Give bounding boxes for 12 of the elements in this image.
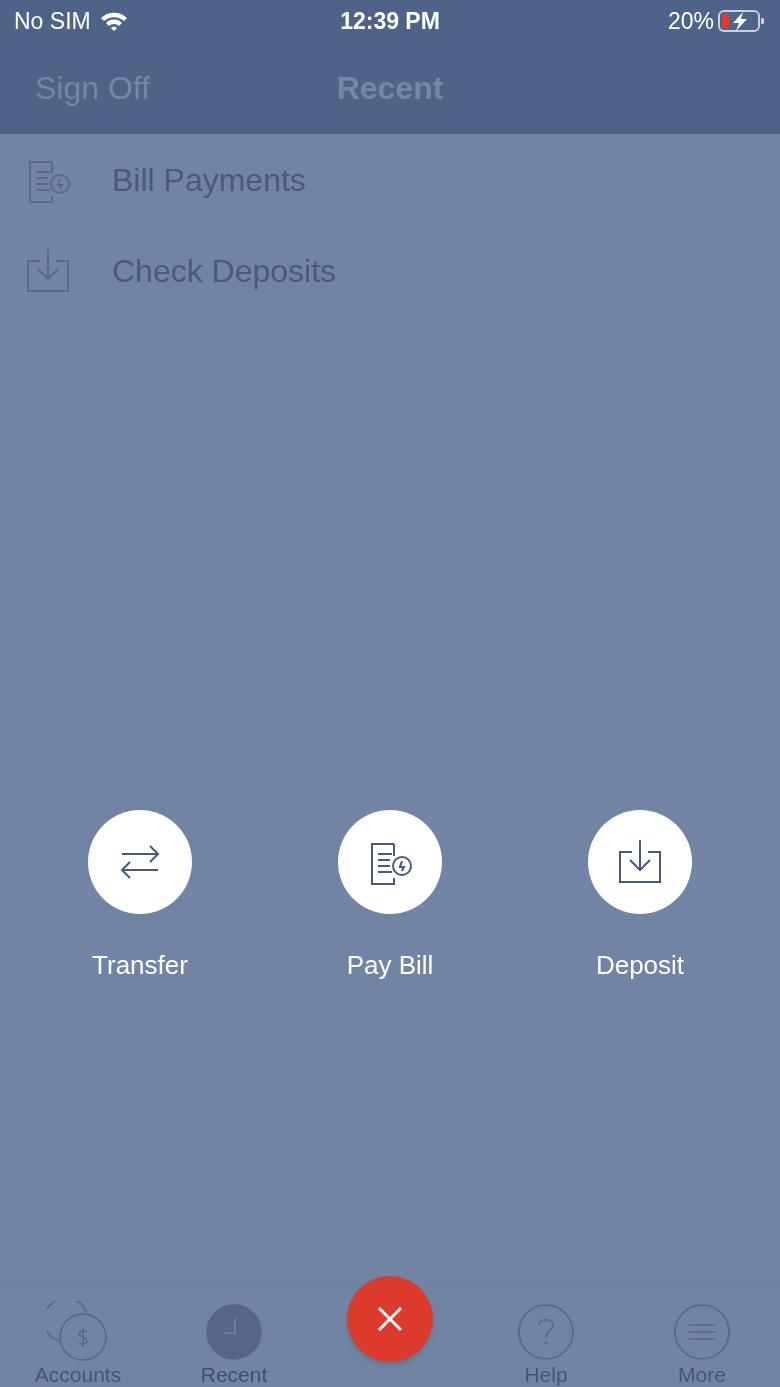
clock-icon <box>206 1304 262 1360</box>
carrier-text: No SIM <box>14 6 91 36</box>
help-icon <box>518 1304 574 1360</box>
coins-icon <box>47 1301 109 1363</box>
battery-percent: 20% <box>667 6 714 36</box>
action-label: Pay Bill <box>346 949 434 982</box>
close-icon <box>377 1306 403 1332</box>
action-label: Transfer <box>92 949 188 982</box>
clock-text: 12:39 PM <box>340 6 440 36</box>
menu-icon <box>674 1304 730 1360</box>
battery-icon <box>718 9 766 33</box>
action-label: Deposit <box>595 949 685 982</box>
